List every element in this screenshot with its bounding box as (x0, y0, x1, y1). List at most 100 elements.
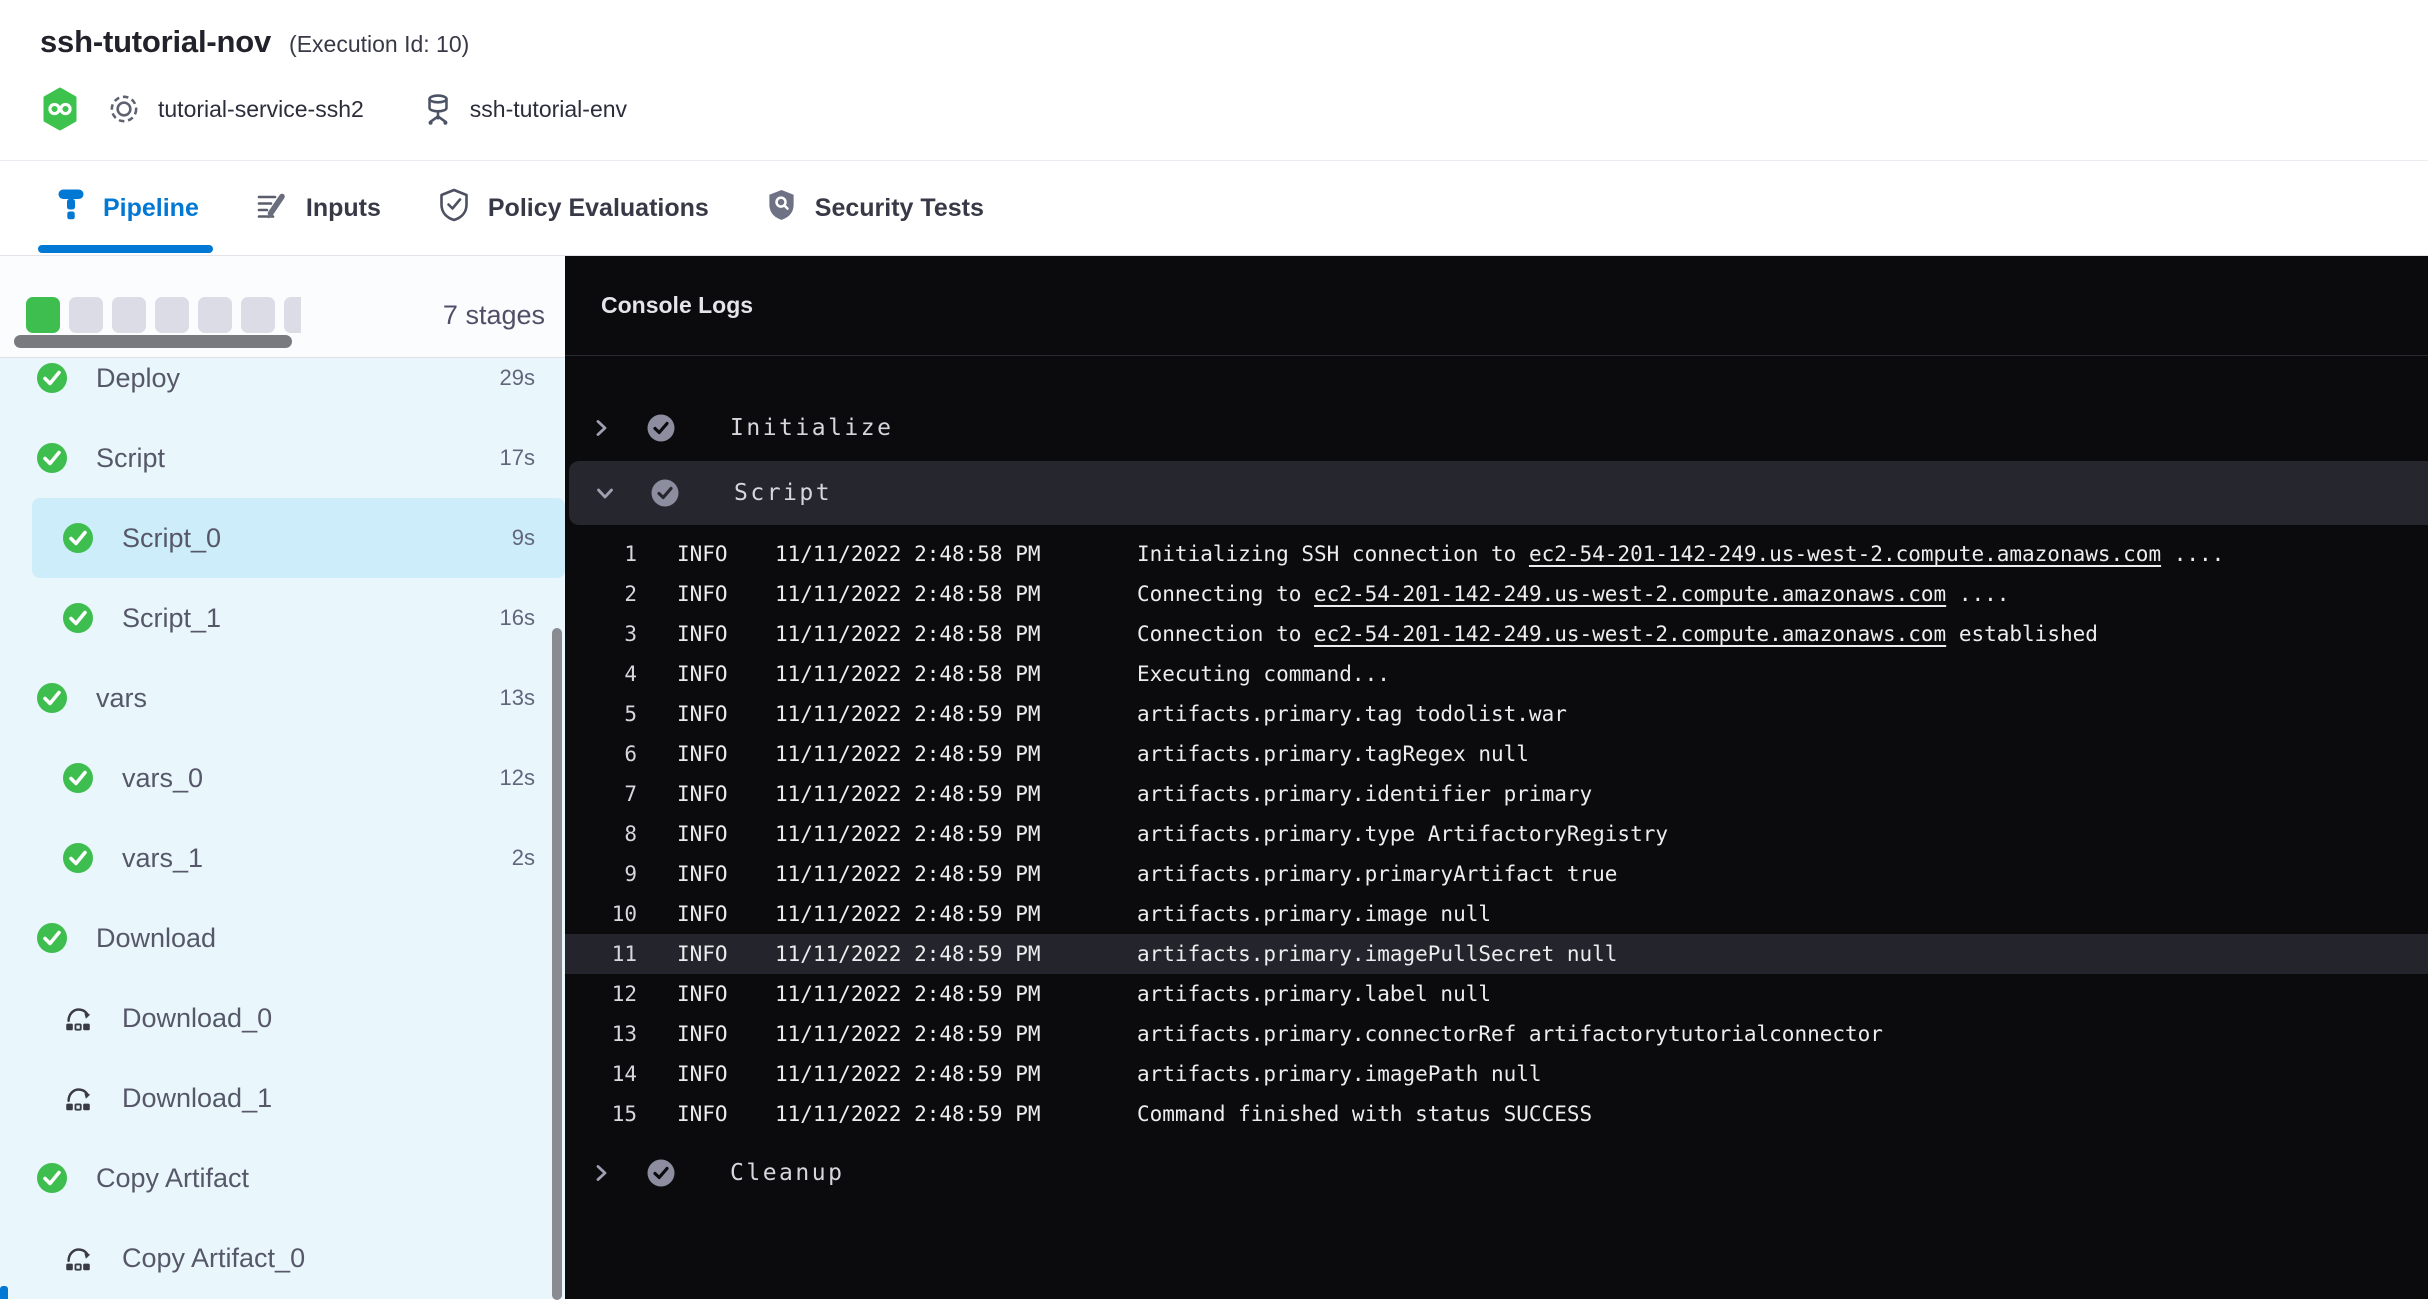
log-message: artifacts.primary.label null (1137, 974, 2428, 1014)
log-timestamp: 11/11/2022 2:48:59 PM (775, 1054, 1097, 1094)
stage-row[interactable]: Download (0, 898, 565, 978)
log-link[interactable]: ec2-54-201-142-249.us-west-2.compute.ama… (1529, 542, 2161, 566)
pipeline-icon (56, 187, 86, 229)
log-message: artifacts.primary.connectorRef artifacto… (1137, 1014, 2428, 1054)
log-link[interactable]: ec2-54-201-142-249.us-west-2.compute.ama… (1314, 582, 1946, 606)
log-line-number: 2 (585, 574, 637, 614)
log-timestamp: 11/11/2022 2:48:58 PM (775, 614, 1097, 654)
log-section-cleanup[interactable]: Cleanup (565, 1143, 2428, 1203)
log-line-number: 7 (585, 774, 637, 814)
stages-sidebar: 7 stages Deploy29sScript17sScript_09sScr… (0, 256, 565, 1299)
log-message: artifacts.primary.type ArtifactoryRegist… (1137, 814, 2428, 854)
log-line-number: 8 (585, 814, 637, 854)
stage-label: Copy Artifact_0 (122, 1243, 305, 1274)
log-line-number: 3 (585, 614, 637, 654)
stage-row[interactable]: Download_1 (0, 1058, 565, 1138)
log-row: 7INFO11/11/2022 2:48:59 PMartifacts.prim… (565, 774, 2428, 814)
progress-segment-pending (241, 297, 275, 333)
stage-label: Script (96, 443, 165, 474)
security-shield-icon (765, 187, 798, 230)
tab-pipeline[interactable]: Pipeline (56, 161, 199, 255)
log-level: INFO (677, 734, 735, 774)
console-header: Console Logs (565, 256, 2428, 356)
stage-row[interactable]: Download_0 (0, 978, 565, 1058)
command-step-icon (62, 1082, 94, 1114)
stage-row[interactable]: vars_12s (0, 818, 565, 898)
log-row: 2INFO11/11/2022 2:48:58 PMConnecting to … (565, 574, 2428, 614)
stage-row[interactable]: Script 17s (0, 418, 565, 498)
log-message: artifacts.primary.identifier primary (1137, 774, 2428, 814)
log-timestamp: 11/11/2022 2:48:59 PM (775, 934, 1097, 974)
stage-label: Deploy (96, 363, 180, 394)
stage-row[interactable]: Script_116s (0, 578, 565, 658)
tab-policy-evaluations[interactable]: Policy Evaluations (437, 161, 709, 255)
log-text: established (1946, 622, 2098, 646)
console-body: Initialize Script 1INFO11/11/2022 2:48:5… (565, 356, 2428, 1203)
success-check-icon (36, 442, 68, 474)
stage-list-scrollbar[interactable] (552, 628, 562, 1300)
log-section-script[interactable]: Script (569, 461, 2428, 525)
stage-label: Copy Artifact (96, 1163, 249, 1194)
log-text: Connection to (1137, 622, 1314, 646)
progress-segment-pending (69, 297, 103, 333)
log-timestamp: 11/11/2022 2:48:59 PM (775, 774, 1097, 814)
bottom-left-scroll-indicator (0, 1286, 8, 1299)
log-level: INFO (677, 574, 735, 614)
environment-name[interactable]: ssh-tutorial-env (470, 96, 627, 123)
log-text: artifacts.primary.tagRegex null (1137, 742, 1529, 766)
log-level: INFO (677, 974, 735, 1014)
stage-duration: 12s (500, 765, 535, 791)
log-line-number: 11 (585, 934, 637, 974)
log-timestamp: 11/11/2022 2:48:58 PM (775, 654, 1097, 694)
console-panel: Console Logs Initialize Script (565, 256, 2428, 1299)
log-level: INFO (677, 534, 735, 574)
chevron-down-icon (595, 483, 617, 503)
stage-list: Deploy29sScript17sScript_09sScript_116sv… (0, 359, 565, 1299)
log-timestamp: 11/11/2022 2:48:58 PM (775, 534, 1097, 574)
tab-inputs[interactable]: Inputs (255, 161, 381, 255)
log-timestamp: 11/11/2022 2:48:59 PM (775, 734, 1097, 774)
stage-row[interactable]: Copy Artifact_0 (0, 1218, 565, 1298)
log-message: artifacts.primary.imagePath null (1137, 1054, 2428, 1094)
log-line-number: 13 (585, 1014, 637, 1054)
progress-segment-pending (155, 297, 189, 333)
success-check-icon (36, 362, 68, 394)
success-check-icon (36, 682, 68, 714)
stage-label: Script_1 (122, 603, 221, 634)
log-timestamp: 11/11/2022 2:48:59 PM (775, 814, 1097, 854)
log-level: INFO (677, 934, 735, 974)
log-message: artifacts.primary.image null (1137, 894, 2428, 934)
stage-row[interactable]: Copy Artifact (0, 1138, 565, 1218)
chevron-right-icon (591, 418, 613, 438)
console-title: Console Logs (601, 292, 753, 319)
log-section-initialize[interactable]: Initialize (565, 398, 2428, 458)
stages-progress-header: 7 stages (0, 256, 565, 358)
service-environment-row: tutorial-service-ssh2 ssh-tutorial-env (40, 87, 2428, 131)
execution-id-label: (Execution Id: 10) (289, 31, 469, 58)
log-row: 10INFO11/11/2022 2:48:59 PMartifacts.pri… (565, 894, 2428, 934)
log-level: INFO (677, 694, 735, 734)
service-name[interactable]: tutorial-service-ssh2 (158, 96, 364, 123)
log-level: INFO (677, 854, 735, 894)
log-row: 4INFO11/11/2022 2:48:58 PMExecuting comm… (565, 654, 2428, 694)
stage-row[interactable]: vars13s (0, 658, 565, 738)
stage-count-label: 7 stages (443, 300, 545, 331)
success-check-icon (62, 762, 94, 794)
log-line-number: 10 (585, 894, 637, 934)
stage-row[interactable]: vars_012s (0, 738, 565, 818)
cd-hexagon-icon (40, 87, 80, 131)
progress-segment-pending (284, 297, 301, 333)
log-row: 9INFO11/11/2022 2:48:59 PMartifacts.prim… (565, 854, 2428, 894)
stage-row[interactable]: Deploy29s (0, 359, 565, 418)
log-link[interactable]: ec2-54-201-142-249.us-west-2.compute.ama… (1314, 622, 1946, 646)
tab-security-tests[interactable]: Security Tests (765, 161, 984, 255)
log-text: artifacts.primary.connectorRef artifacto… (1137, 1022, 1883, 1046)
log-message: Executing command... (1137, 654, 2428, 694)
section-success-check-icon (645, 1157, 677, 1189)
command-step-icon (62, 1002, 94, 1034)
log-line-number: 15 (585, 1094, 637, 1134)
stage-row[interactable]: Script_09s (32, 498, 565, 578)
log-timestamp: 11/11/2022 2:48:59 PM (775, 1094, 1097, 1134)
stages-horizontal-scrollbar[interactable] (14, 335, 292, 348)
stage-duration: 17s (500, 445, 535, 471)
